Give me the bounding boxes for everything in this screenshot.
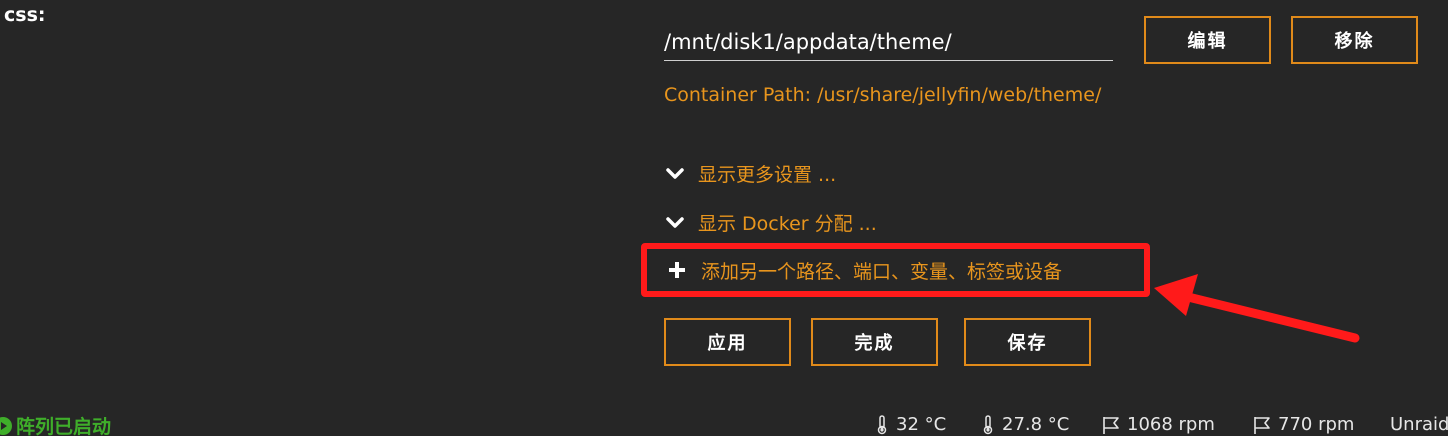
- show-more-settings-toggle[interactable]: 显示更多设置 ...: [664, 160, 836, 187]
- show-docker-allocations-toggle[interactable]: 显示 Docker 分配 ...: [664, 209, 877, 236]
- thermometer-icon: [983, 414, 993, 434]
- host-path-input[interactable]: [664, 24, 1113, 61]
- show-more-settings-label: 显示更多设置 ...: [698, 164, 837, 186]
- fan-speed-1-value: 1068 rpm: [1127, 414, 1215, 435]
- container-path-text: Container Path: /usr/share/jellyfin/web/…: [664, 84, 1102, 106]
- fan-speed-1: 1068 rpm: [1101, 414, 1215, 435]
- play-circle-icon: [0, 416, 12, 435]
- edit-button[interactable]: 编辑: [1144, 16, 1271, 64]
- array-status: 阵列已启动: [0, 412, 111, 436]
- brand-label: Unraid: [1390, 414, 1448, 435]
- remove-button[interactable]: 移除: [1291, 16, 1418, 64]
- array-status-label: 阵列已启动: [16, 416, 112, 436]
- cpu-temperature: 32 °C: [874, 414, 946, 435]
- chevron-down-icon: [666, 216, 684, 228]
- fan-speed-2: 770 rpm: [1252, 414, 1354, 435]
- add-path-port-variable-link[interactable]: 添加另一个路径、端口、变量、标签或设备: [641, 243, 1150, 297]
- add-path-port-variable-label: 添加另一个路径、端口、变量、标签或设备: [701, 260, 1063, 283]
- plus-icon: [669, 262, 685, 278]
- show-docker-allocations-label: 显示 Docker 分配 ...: [698, 213, 877, 235]
- annotation-arrow-icon: [1154, 274, 1360, 343]
- cpu-temperature-value: 32 °C: [896, 414, 947, 435]
- fan-speed-2-value: 770 rpm: [1278, 414, 1355, 435]
- flag-icon: [1254, 416, 1270, 434]
- chevron-down-icon: [666, 167, 684, 179]
- save-button[interactable]: 保存: [964, 318, 1091, 366]
- thermometer-icon: [877, 414, 887, 434]
- done-button[interactable]: 完成: [811, 318, 938, 366]
- config-section-label: css:: [4, 4, 46, 26]
- flag-icon: [1103, 416, 1119, 434]
- board-temperature: 27.8 °C: [980, 414, 1069, 435]
- board-temperature-value: 27.8 °C: [1002, 414, 1070, 435]
- docker-template-editor: css: 编辑 移除 Container Path: /usr/share/je…: [0, 0, 1448, 436]
- apply-button[interactable]: 应用: [664, 318, 791, 366]
